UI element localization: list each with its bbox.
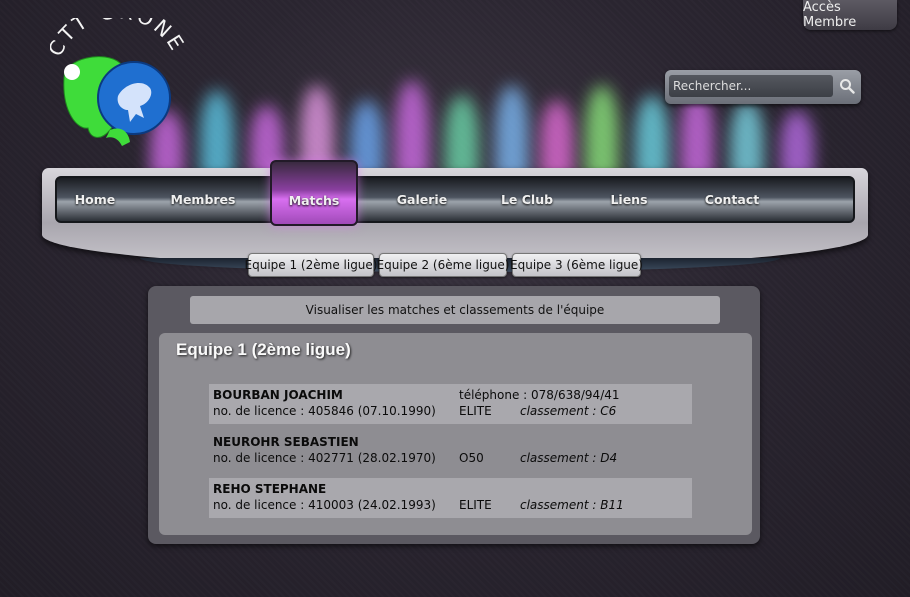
player-row: NEUROHR SEBASTIEN no. de licence : 40277… <box>209 431 692 471</box>
svg-text:CTT GRONE: CTT GRONE <box>50 18 190 60</box>
search-box <box>665 70 861 104</box>
nav-item-le-club[interactable]: Le Club <box>487 178 567 221</box>
player-name: REHO STEPHANE <box>213 482 327 496</box>
player-phone: téléphone : 078/638/94/41 <box>459 388 620 402</box>
player-category: ELITE <box>459 498 492 512</box>
tab-equipe-2[interactable]: Equipe 2 (6ème ligue) <box>377 253 509 277</box>
search-icon[interactable] <box>837 76 857 96</box>
player-classement: classement : B11 <box>520 498 624 512</box>
player-licence: no. de licence : 410003 (24.02.1993) <box>213 498 436 512</box>
content-banner: Visualiser les matches et classements de… <box>190 296 720 324</box>
player-classement: classement : C6 <box>520 404 617 418</box>
player-name: NEUROHR SEBASTIEN <box>213 435 359 449</box>
player-row: REHO STEPHANE no. de licence : 410003 (2… <box>209 478 692 518</box>
team-title: Equipe 1 (2ème ligue) <box>176 340 351 359</box>
member-access-button[interactable]: Accès Membre <box>803 0 897 30</box>
nav-item-membres[interactable]: Membres <box>157 178 249 221</box>
player-category: O50 <box>459 451 484 465</box>
nav-item-home[interactable]: Home <box>57 178 133 221</box>
nav-item-galerie[interactable]: Galerie <box>387 178 457 221</box>
nav-item-contact[interactable]: Contact <box>697 178 767 221</box>
player-licence: no. de licence : 405846 (07.10.1990) <box>213 404 436 418</box>
player-row: BOURBAN JOACHIM no. de licence : 405846 … <box>209 384 692 424</box>
main-nav: Home Membres Galerie Le Club Liens Conta… <box>55 176 855 223</box>
nav-item-matchs-label: Matchs <box>288 192 340 208</box>
tab-equipe-3[interactable]: Equipe 3 (6ème ligue) <box>510 253 643 277</box>
club-logo[interactable]: CTT GRONE <box>43 0 190 158</box>
nav-item-liens[interactable]: Liens <box>597 178 661 221</box>
player-licence: no. de licence : 402771 (28.02.1970) <box>213 451 436 465</box>
player-classement: classement : D4 <box>520 451 618 465</box>
logo-graphic: CTT GRONE <box>43 0 190 146</box>
tab-equipe-1[interactable]: Equipe 1 (2ème ligue) <box>245 253 377 277</box>
logo-text: CTT GRONE <box>43 0 187 60</box>
player-name: BOURBAN JOACHIM <box>213 388 343 402</box>
search-input[interactable] <box>669 75 833 97</box>
nav-item-matchs[interactable]: Matchs <box>270 160 358 226</box>
player-category: ELITE <box>459 404 492 418</box>
